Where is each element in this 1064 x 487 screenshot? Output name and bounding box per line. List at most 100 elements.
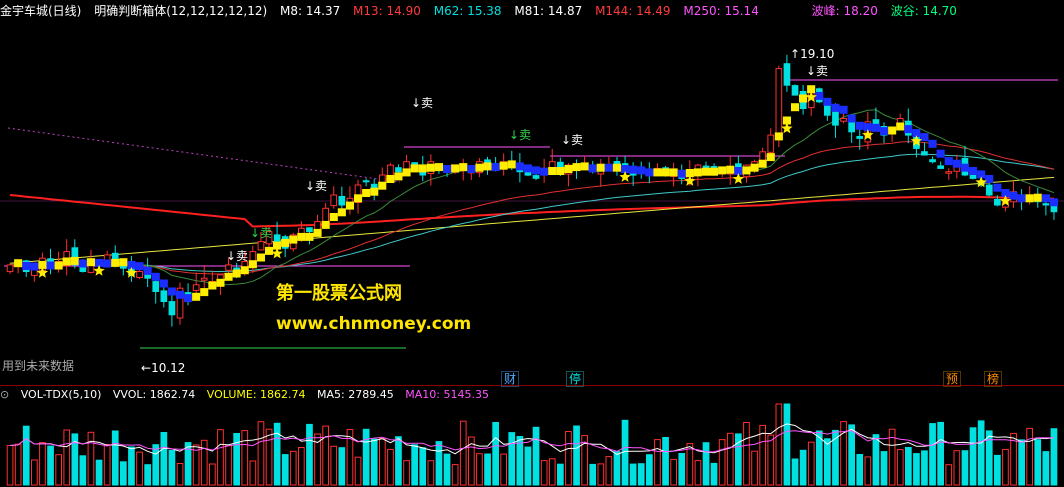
box-band-segment xyxy=(726,165,735,174)
volume-bar xyxy=(459,420,467,486)
volume-bar xyxy=(743,422,750,486)
event-tag-finance[interactable]: 财 xyxy=(501,371,520,387)
box-band-segment xyxy=(880,127,889,136)
event-tag-suspend[interactable]: 停 xyxy=(566,371,585,387)
candle xyxy=(532,175,540,179)
volume-bar xyxy=(694,460,702,486)
volume-bar xyxy=(783,403,791,486)
box-band-segment xyxy=(143,266,152,275)
sell-signal: ↓卖 xyxy=(226,249,249,263)
box-band-segment xyxy=(345,201,354,210)
box-band-segment xyxy=(774,132,783,141)
volume-bar xyxy=(152,444,160,486)
candle xyxy=(985,184,993,196)
box-band-segment xyxy=(499,161,508,170)
box-band-segment xyxy=(443,165,452,173)
volume-bar xyxy=(767,434,775,486)
low-marker-icon: ← xyxy=(141,361,152,375)
volume-bar xyxy=(217,429,224,486)
volume-bar xyxy=(896,449,904,486)
box-band-segment xyxy=(1033,193,1042,202)
volume-bar xyxy=(6,445,14,486)
volume-bar xyxy=(605,456,613,486)
volume-bar xyxy=(913,453,920,486)
box-band-segment xyxy=(232,269,241,278)
candle xyxy=(249,251,257,262)
box-band-segment xyxy=(742,166,751,175)
box-band-segment xyxy=(386,175,395,183)
price-panel[interactable] xyxy=(0,0,1064,386)
volume-bar xyxy=(1042,451,1050,486)
box-band-segment xyxy=(410,164,419,173)
volume-settings-icon[interactable]: ⊙ xyxy=(0,388,9,401)
box-band-segment xyxy=(305,232,314,241)
box-band-segment xyxy=(54,261,63,270)
volume-bar xyxy=(176,463,184,486)
box-band-segment xyxy=(78,259,87,268)
future-data-note: 用到未来数据 xyxy=(2,359,75,373)
volume-bar xyxy=(961,450,969,486)
volume-bar xyxy=(492,422,499,486)
candle xyxy=(775,68,783,140)
box-band-segment xyxy=(475,163,484,172)
peak-value: 波峰: 18.20 xyxy=(811,4,878,18)
box-band-segment xyxy=(354,194,363,203)
box-band-segment xyxy=(588,164,597,173)
candle xyxy=(395,167,402,173)
box-band-segment xyxy=(523,164,532,173)
box-band-segment xyxy=(297,232,306,241)
box-band-segment xyxy=(14,259,23,268)
volume-bar xyxy=(39,442,46,486)
box-band-segment xyxy=(30,262,39,271)
box-band-segment xyxy=(159,279,168,288)
box-band-segment xyxy=(1041,194,1050,203)
event-tag-billboard[interactable]: 榜 xyxy=(984,371,1003,387)
volume-bar xyxy=(548,458,556,486)
box-band-segment xyxy=(960,163,969,172)
box-band-segment xyxy=(1009,191,1018,200)
sell-signal: ↓卖 xyxy=(561,133,584,147)
box-band-segment xyxy=(936,149,945,158)
volume-bar xyxy=(103,444,111,486)
candle xyxy=(152,281,160,293)
box-band-segment xyxy=(896,122,905,131)
volume-bar xyxy=(670,458,677,486)
volume-bar xyxy=(864,456,872,486)
high-marker-icon: ↑ xyxy=(790,47,801,61)
box-band-segment xyxy=(871,123,880,132)
box-band-segment xyxy=(200,288,209,297)
box-band-segment xyxy=(920,133,929,142)
event-tag-forecast[interactable]: 预 xyxy=(943,371,962,387)
volume-bar xyxy=(225,445,232,486)
box-band-segment xyxy=(216,278,225,287)
box-band-segment xyxy=(766,153,775,162)
ma10-value: MA10: 5145.35 xyxy=(405,388,489,401)
dotted-trend-line xyxy=(7,127,401,183)
volume-bar xyxy=(63,429,71,486)
volume-bar xyxy=(629,463,637,486)
box-band-segment xyxy=(281,238,290,247)
box-band-segment xyxy=(888,126,897,135)
ma62-line xyxy=(9,141,1055,275)
volume-bar xyxy=(662,437,669,486)
box-band-segment xyxy=(451,164,460,173)
volume-bar xyxy=(451,464,459,486)
box-band-segment xyxy=(677,169,686,178)
volume-bar xyxy=(524,446,532,486)
volume-bar xyxy=(265,428,273,486)
box-band-segment xyxy=(135,262,144,271)
box-band-segment xyxy=(103,259,112,268)
box-band-segment xyxy=(1049,198,1058,207)
volume-bar xyxy=(136,451,143,486)
volume-bar xyxy=(47,445,54,486)
volume-bar xyxy=(654,439,661,486)
volume-bar xyxy=(306,423,313,486)
volume-bar xyxy=(95,459,103,486)
box-band-segment xyxy=(337,208,346,217)
volume-header: ⊙ VOL-TDX(5,10) VVOL: 1862.74 VOLUME: 18… xyxy=(0,386,497,403)
watermark-title: 第一股票公式网 xyxy=(276,283,402,304)
box-band-segment xyxy=(596,163,605,172)
box-band-segment xyxy=(653,168,662,177)
volume-bar xyxy=(411,444,418,486)
volume-bar xyxy=(338,447,346,486)
